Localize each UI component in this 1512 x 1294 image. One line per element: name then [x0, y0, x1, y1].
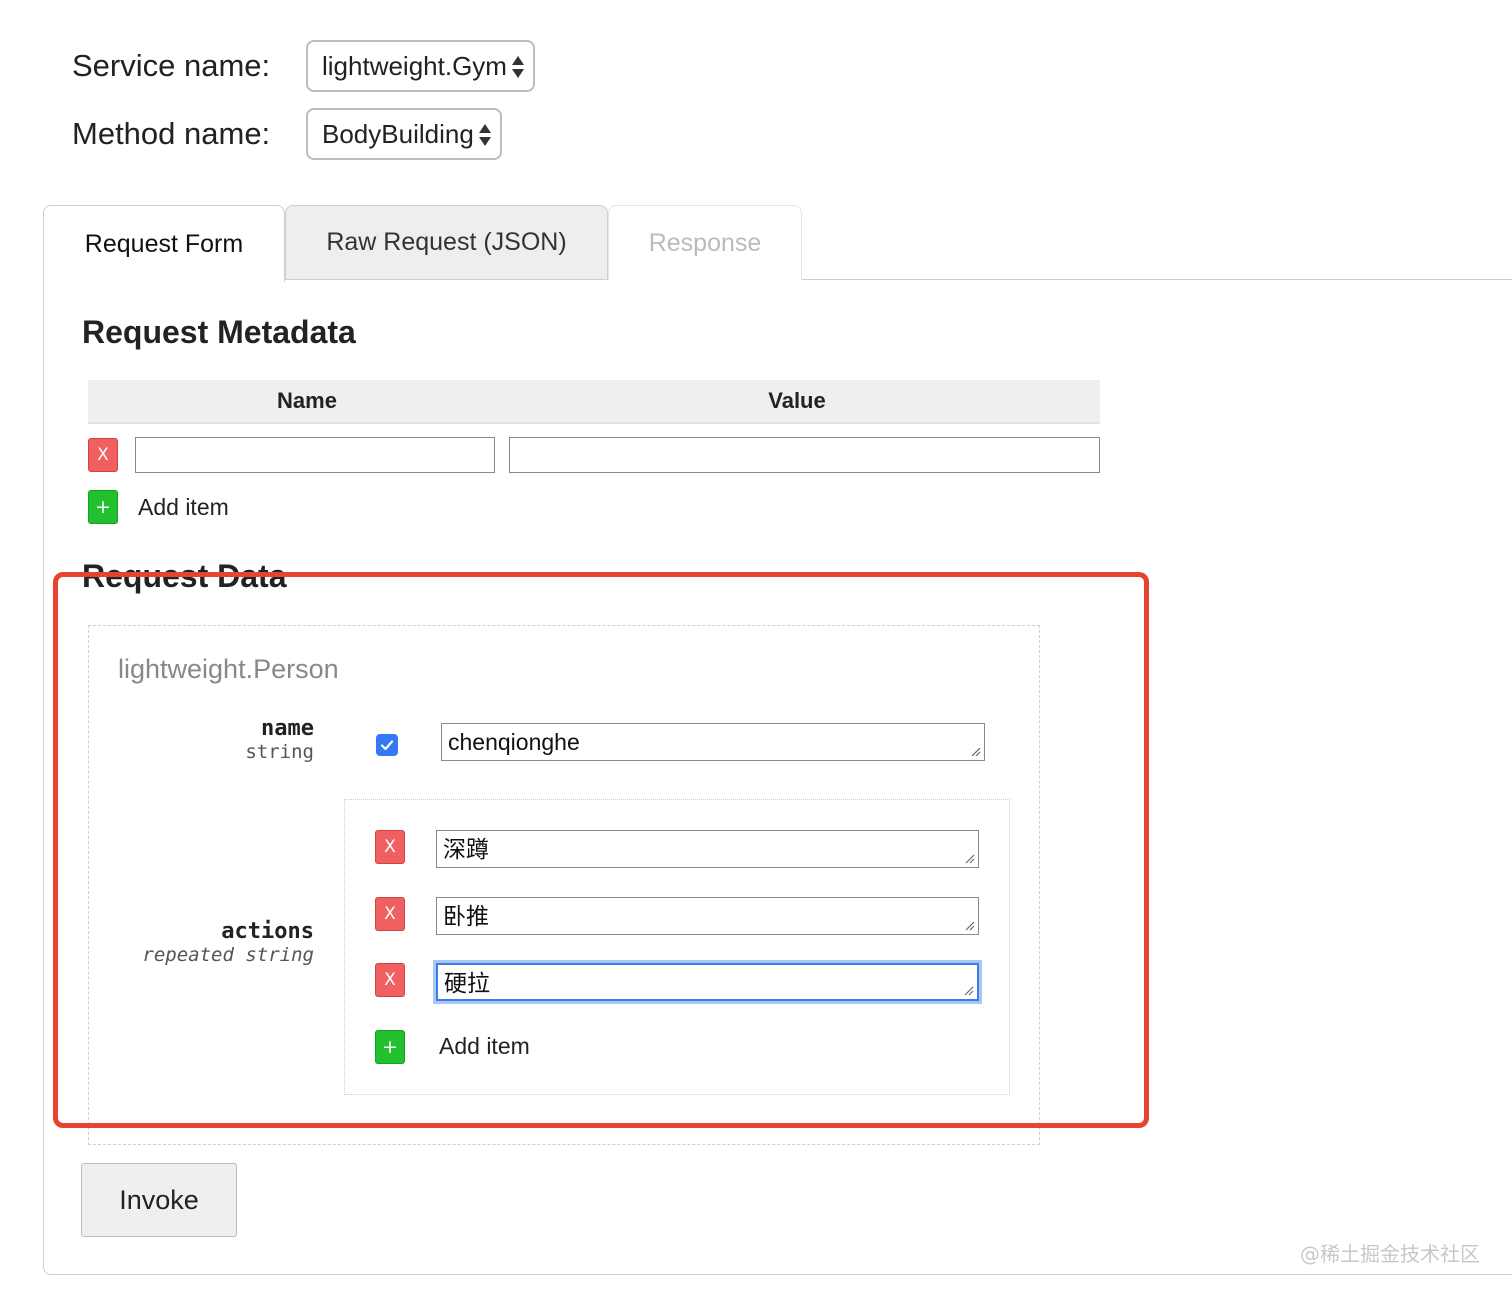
service-select[interactable]: lightweight.Gym	[306, 40, 535, 92]
metadata-value-input[interactable]	[509, 437, 1100, 473]
method-select[interactable]: BodyBuilding	[306, 108, 502, 160]
service-name-label: Service name:	[72, 48, 271, 83]
tab-response[interactable]: Response	[608, 205, 802, 280]
column-header-value: Value	[768, 388, 826, 413]
watermark: @稀土掘金技术社区	[1300, 1242, 1480, 1266]
tab-request-form[interactable]: Request Form	[43, 205, 285, 282]
method-name-label: Method name:	[72, 116, 271, 151]
add-metadata-label[interactable]: Add item	[138, 494, 229, 521]
metadata-name-input[interactable]	[135, 437, 495, 473]
column-header-name: Name	[277, 388, 337, 413]
service-select-value: lightweight.Gym	[322, 50, 507, 81]
request-metadata-heading: Request Metadata	[82, 314, 356, 350]
invoke-button[interactable]: Invoke	[81, 1163, 237, 1237]
add-metadata-button[interactable]: +	[88, 490, 118, 524]
select-arrows-icon	[512, 56, 524, 78]
metadata-table-header: Name Value	[88, 380, 1100, 424]
tab-raw-request[interactable]: Raw Request (JSON)	[285, 205, 608, 280]
method-select-value: BodyBuilding	[322, 118, 474, 149]
select-arrows-icon	[479, 124, 491, 146]
remove-metadata-row-button[interactable]: X	[88, 438, 118, 472]
annotation-highlight-box	[53, 572, 1149, 1128]
